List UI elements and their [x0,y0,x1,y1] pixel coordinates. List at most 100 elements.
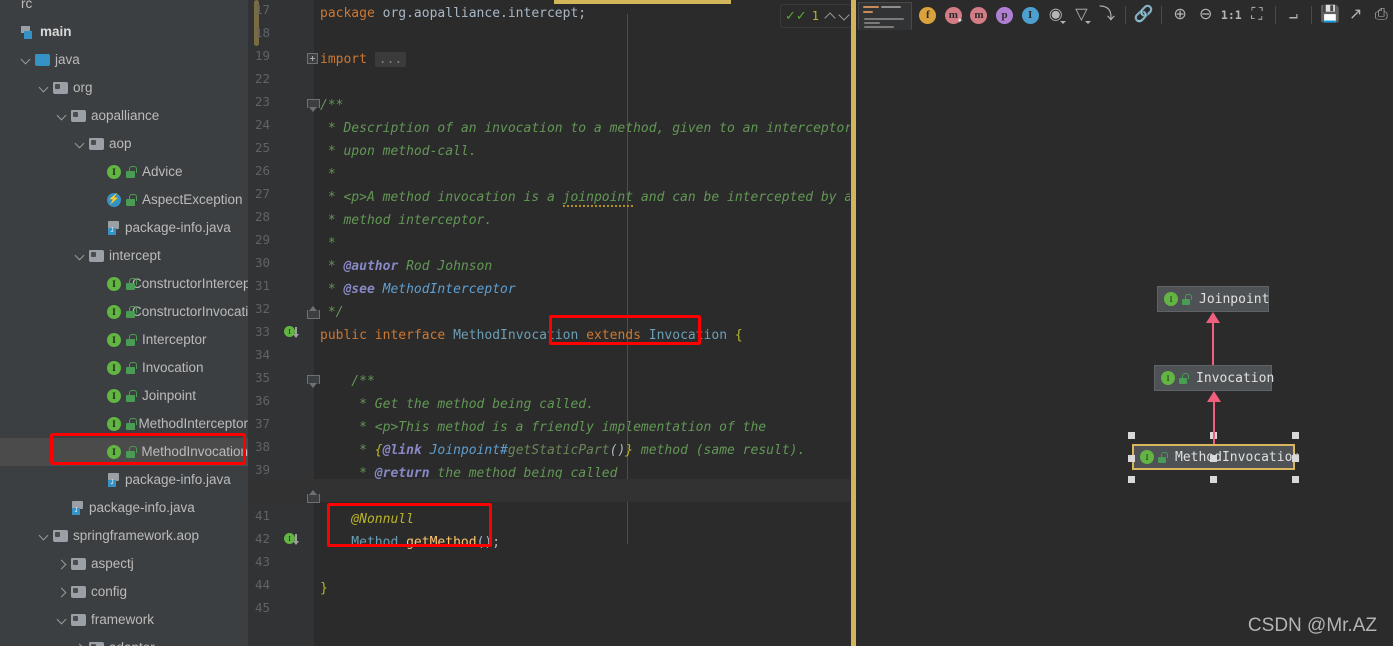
tree-item-intercept[interactable]: intercept [0,242,248,270]
selection-handle[interactable] [1292,476,1299,483]
filter-button[interactable]: ▽ [1070,3,1094,27]
tree-item-package-info-java[interactable]: package-info.java [0,466,248,494]
tree-item-aspectexception[interactable]: ⚡ AspectException [0,186,248,214]
chevron-down-icon[interactable] [20,54,33,67]
tree-item-aopalliance[interactable]: aopalliance [0,102,248,130]
code-line-42[interactable]: Method getMethod(); [320,531,500,554]
chevron-down-icon[interactable] [56,614,69,627]
code-line-37[interactable]: * <p>This method is a friendly implement… [320,416,766,439]
tree-item-methodinterceptor[interactable]: I MethodInterceptor [0,410,248,438]
tree-item-constructorinvocation[interactable]: IConstructorInvocation [0,298,248,326]
tree-item-joinpoint[interactable]: I Joinpoint [0,382,248,410]
code-editor[interactable]: package org.aopalliance.intercept; import… [314,0,850,646]
chevron-down-icon[interactable] [56,110,69,123]
selection-handle[interactable] [1292,455,1299,462]
tree-item-springframework-aop[interactable]: springframework.aop [0,522,248,550]
code-line-23[interactable]: /** [320,94,343,117]
tree-item-package-info-java[interactable]: package-info.java [0,214,248,242]
previous-problem-icon[interactable] [824,10,833,22]
fold-collapse-top-icon[interactable] [307,375,320,388]
fold-collapse-top-icon[interactable] [307,99,320,112]
tree-item-rc[interactable]: rc [0,0,248,18]
show-inner-button[interactable]: I [1018,3,1042,27]
tree-item-invocation[interactable]: I Invocation [0,354,248,382]
code-line-44[interactable]: } [320,577,328,600]
selection-handle[interactable] [1128,476,1135,483]
visibility-button[interactable]: ◉ [1044,3,1068,27]
inspection-status-widget[interactable]: ✓✓ 1 [780,4,852,28]
code-line-32[interactable]: */ [320,301,344,324]
tree-item-aop[interactable]: aop [0,130,248,158]
selection-handle[interactable] [1210,455,1217,462]
code-line-38[interactable]: * {@link Joinpoint#getStaticPart()} meth… [320,439,805,462]
show-fields-button[interactable]: f [916,3,940,27]
code-line-29[interactable]: * [320,232,336,255]
code-line-41[interactable]: @Nonnull [320,508,414,531]
tree-item-interceptor[interactable]: I Interceptor [0,326,248,354]
code-line-24[interactable]: * Description of an invocation to a meth… [320,117,850,140]
uml-edge-methodinvocation-to-invocation[interactable] [1212,401,1215,444]
show-methods-button[interactable]: m [967,3,991,27]
code-line-25[interactable]: * upon method-call. [320,140,477,163]
implemented-by-icon[interactable]: I [284,533,298,547]
chevron-down-icon[interactable] [74,250,87,263]
uml-diagram-panel[interactable] [858,30,1393,646]
chevron-right-icon[interactable] [74,642,87,646]
show-dependencies-button[interactable]: 🔗 [1132,3,1156,27]
editor-gutter[interactable]: 17 18 19 22 23 24 25 26 27 28 29 30 31 32 33 I 34 35 36 37 3… [248,0,314,646]
code-line-35[interactable]: /** [320,370,375,393]
code-line-30[interactable]: * @author Rod Johnson [320,255,492,278]
chevron-down-icon[interactable] [74,138,87,151]
code-line-27[interactable]: * <p>A method invocation is a joinpoint … [320,186,850,209]
layout-button[interactable]: ⨼ [1282,3,1306,27]
fold-collapse-bottom-icon[interactable] [307,306,320,319]
tree-item-adapter[interactable]: adapter [0,634,248,646]
show-properties-button[interactable]: p [993,3,1017,27]
next-problem-icon[interactable] [838,10,847,22]
tree-item-main[interactable]: main [0,18,248,46]
tree-item-advice[interactable]: I Advice [0,158,248,186]
uml-node-invocation[interactable]: I Invocation [1154,365,1274,391]
tree-item-aspectj[interactable]: aspectj [0,550,248,578]
actual-size-button[interactable]: 1:1 [1220,3,1244,27]
edges-button[interactable]: ⤵ [1095,3,1119,27]
code-line-28[interactable]: * method interceptor. [320,209,492,232]
project-tool-window[interactable]: rc main java org aopalliance aop I Advice ⚡ Aspec… [0,0,248,646]
export-button[interactable]: ↗ [1344,3,1368,27]
tree-item-config[interactable]: config [0,578,248,606]
uml-edge-invocation-to-joinpoint[interactable] [1212,322,1214,365]
uml-node-joinpoint[interactable]: I Joinpoint [1157,286,1269,312]
diagram-toolbar[interactable]: f m ✦ m p I ◉ ▽ ⤵ 🔗 ⊕ ⊖ 1:1 ⛶ ⨼ 💾 ↗ ⎙ [912,0,1393,30]
code-line-31[interactable]: * @see MethodInterceptor [320,278,516,301]
selection-handle[interactable] [1210,476,1217,483]
selection-handle[interactable] [1128,432,1135,439]
chevron-right-icon[interactable] [56,558,69,571]
zoom-in-button[interactable]: ⊕ [1168,3,1192,27]
code-line-19[interactable]: import ... [320,48,407,71]
minimap-line [881,6,901,8]
tree-item-methodinvocation[interactable]: I MethodInvocation [0,438,248,466]
implemented-by-icon[interactable]: I [284,326,298,340]
fit-content-button[interactable]: ⛶ [1245,3,1269,27]
selection-handle[interactable] [1128,455,1135,462]
save-button[interactable]: 💾 [1318,3,1342,27]
zoom-out-button[interactable]: ⊖ [1194,3,1218,27]
print-button[interactable]: ⎙ [1369,3,1393,27]
show-methods-star-button[interactable]: m ✦ [942,3,966,27]
tree-item-constructorinterceptor[interactable]: IConstructorInterceptor [0,270,248,298]
tree-item-framework[interactable]: framework [0,606,248,634]
selection-handle[interactable] [1292,432,1299,439]
code-line-26[interactable]: * [320,163,336,186]
code-line-36[interactable]: * Get the method being called. [320,393,594,416]
tree-item-package-info-java[interactable]: package-info.java [0,494,248,522]
chevron-right-icon[interactable] [56,586,69,599]
tree-item-label: java [55,52,80,67]
tree-item-org[interactable]: org [0,74,248,102]
fold-expand-icon[interactable] [307,53,320,66]
chevron-down-icon[interactable] [38,82,51,95]
code-line-33[interactable]: public interface MethodInvocation extend… [320,324,743,347]
code-line-17[interactable]: package org.aopalliance.intercept; [320,2,586,25]
chevron-down-icon[interactable] [38,530,51,543]
fold-collapse-bottom-icon[interactable] [307,490,320,503]
tree-item-java[interactable]: java [0,46,248,74]
